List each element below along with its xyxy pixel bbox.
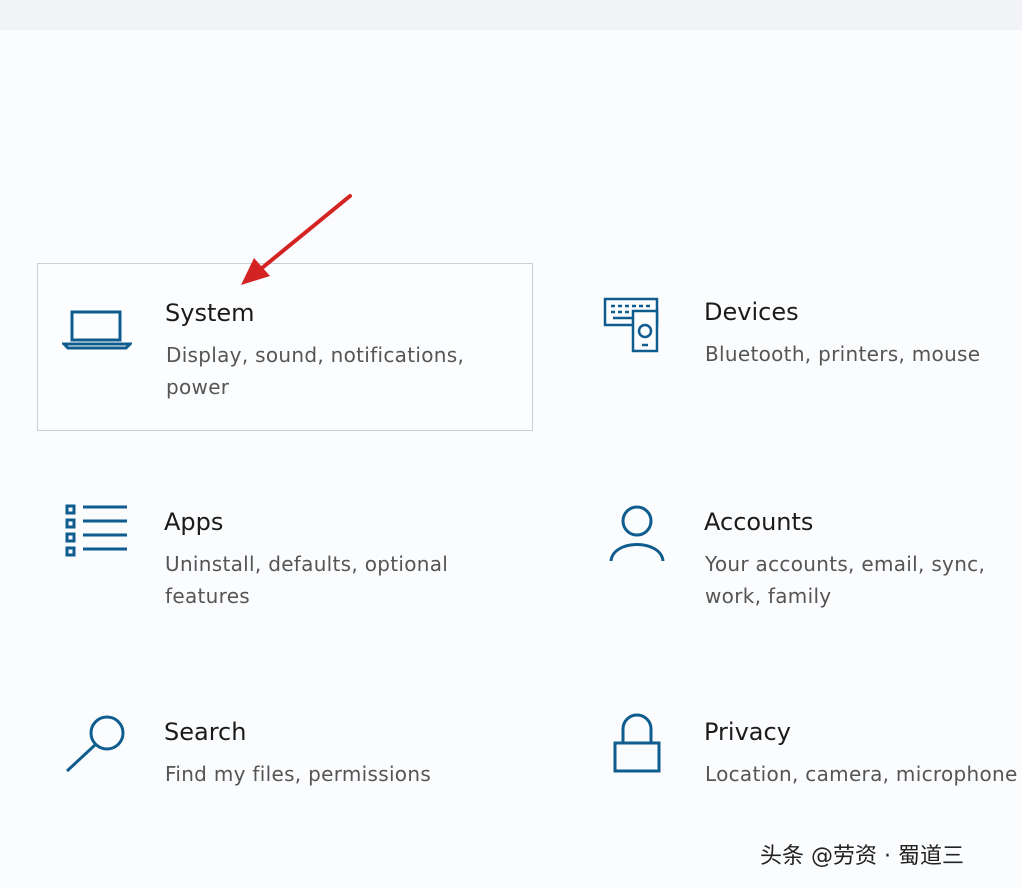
tile-title: Accounts — [704, 508, 814, 536]
window-top-bar — [0, 0, 1022, 30]
settings-tile-apps[interactable]: Apps Uninstall, defaults, optional featu… — [37, 473, 533, 641]
tile-title: Search — [164, 718, 247, 746]
tile-title: System — [165, 299, 255, 327]
settings-tile-system[interactable]: System Display, sound, notifications, po… — [37, 263, 533, 431]
devices-icon — [601, 293, 671, 363]
apps-list-icon — [61, 503, 131, 573]
settings-tile-accounts[interactable]: Accounts Your accounts, email, sync, wor… — [577, 473, 1022, 641]
tile-description: Display, sound, notifications, power — [166, 343, 465, 399]
tile-title: Privacy — [704, 718, 791, 746]
tile-description: Location, camera, microphone — [705, 762, 1018, 786]
tile-description: Uninstall, defaults, optional features — [165, 552, 449, 608]
tile-description: Find my files, permissions — [165, 762, 432, 786]
tile-title: Apps — [164, 508, 224, 536]
tile-title: Devices — [704, 298, 799, 326]
settings-tile-devices[interactable]: Devices Bluetooth, printers, mouse — [577, 263, 1022, 431]
watermark: 头条 @劳资 · 蜀道三 — [760, 844, 964, 869]
laptop-icon — [62, 294, 132, 364]
search-icon — [61, 713, 131, 783]
settings-tile-privacy[interactable]: Privacy Location, camera, microphone — [577, 683, 1022, 851]
person-icon — [601, 503, 671, 573]
lock-icon — [601, 713, 671, 783]
tile-description: Your accounts, email, sync, work, family — [705, 552, 986, 608]
tile-description: Bluetooth, printers, mouse — [705, 342, 981, 366]
settings-tile-search[interactable]: Search Find my files, permissions — [37, 683, 533, 851]
